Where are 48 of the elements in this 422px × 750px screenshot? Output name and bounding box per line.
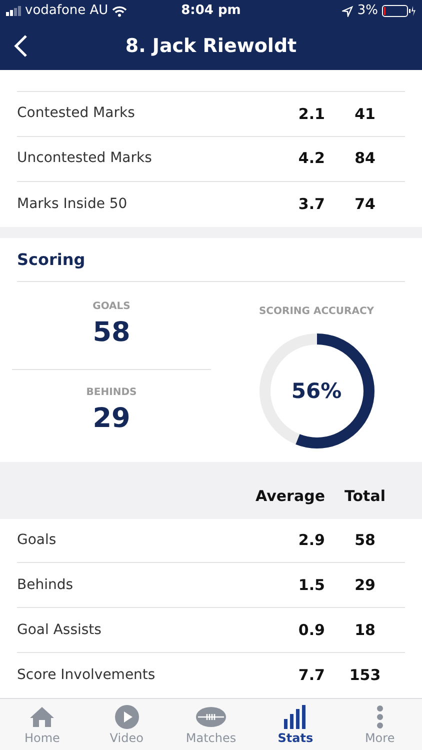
carrier-name: vodafone AU (25, 2, 108, 20)
tab-item[interactable]: Matches (168, 699, 254, 750)
battery-percent: 3% (357, 2, 378, 20)
stat-label: Score Involvements (17, 666, 156, 686)
location-arrow-icon (342, 6, 354, 16)
stat-total: 74 (354, 194, 376, 215)
stat-average: 4.2 (297, 148, 325, 170)
stat-label: Marks Inside 50 (17, 194, 128, 214)
tab-item[interactable]: Home (0, 699, 84, 750)
stat-total: 153 (348, 665, 382, 686)
stat-total: 29 (354, 575, 376, 596)
stat-total: 41 (354, 104, 376, 125)
screen-title: 8. Jack Riewoldt (124, 34, 298, 59)
stat-average: 2.1 (297, 104, 325, 125)
accuracy-label: SCORING ACCURACY (258, 305, 374, 320)
bar-chart-icon (284, 704, 306, 730)
accuracy-value: 56% (291, 378, 342, 405)
stat-label: Uncontested Marks (17, 149, 153, 168)
tab-item[interactable]: More (338, 699, 422, 750)
goals-label: GOALS (92, 300, 130, 314)
stat-total: 58 (354, 530, 376, 552)
status-time: 8:04 pm (180, 2, 242, 20)
behinds-label: BEHINDS (86, 386, 137, 400)
house-icon (29, 704, 56, 730)
stat-average: 7.7 (297, 665, 325, 686)
goals-value: 58 (92, 316, 130, 350)
behinds-value: 29 (92, 402, 130, 436)
tab-item[interactable]: Video (84, 699, 169, 750)
section-title: Scoring (17, 248, 86, 271)
play-icon (114, 704, 139, 730)
stat-label: Behinds (17, 576, 74, 595)
battery-icon (382, 5, 416, 17)
signal-icon (6, 6, 21, 16)
wifi-icon (112, 6, 128, 16)
stat-average: 2.9 (297, 530, 325, 552)
football-icon (196, 704, 226, 730)
stat-average: 3.7 (297, 194, 325, 215)
tab-item[interactable]: Stats (253, 699, 338, 750)
dots-icon (376, 704, 384, 730)
stat-average: 1.5 (297, 575, 325, 596)
stat-label: Goals (17, 531, 58, 550)
column-header: Total (344, 486, 386, 508)
stat-total: 18 (354, 620, 376, 641)
stat-total: 84 (354, 148, 376, 170)
stat-label: Goal Assists (17, 620, 102, 640)
column-header: Average (254, 486, 325, 508)
stat-label: Contested Marks (17, 104, 136, 124)
stat-average: 0.9 (297, 620, 325, 641)
